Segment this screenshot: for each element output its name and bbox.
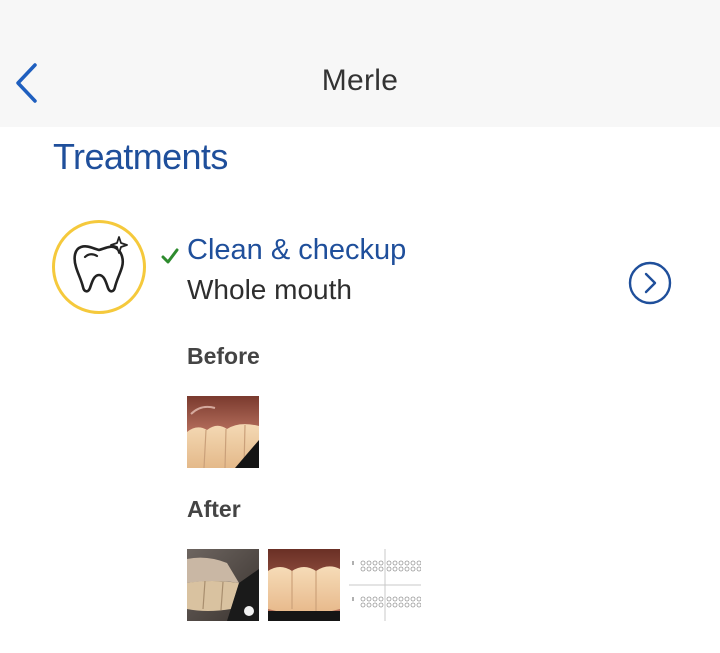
tooth-sparkle-icon [73, 236, 128, 293]
after-photo-thumbnail[interactable] [268, 549, 340, 621]
treatment-badge [52, 220, 146, 314]
chart-document-image [349, 549, 421, 621]
after-photo-thumbnail[interactable] [187, 549, 259, 621]
section-title: Treatments [53, 136, 228, 177]
before-photo-thumbnail[interactable] [187, 396, 259, 468]
chevron-right-circle-icon[interactable] [628, 261, 672, 305]
treatment-name: Clean & checkup [187, 234, 407, 266]
teeth-photo-image [268, 549, 340, 621]
teeth-photo-image [187, 549, 259, 621]
navigation-bar: Merle [0, 0, 720, 127]
checkmark-icon [161, 248, 179, 264]
treatment-area: Whole mouth [187, 274, 352, 305]
page-title: Merle [321, 64, 399, 97]
before-label: Before [187, 343, 260, 369]
treatment-row[interactable]: Clean & checkup Whole mouth [52, 218, 682, 318]
after-label: After [187, 496, 241, 522]
teeth-photo-image [187, 396, 259, 468]
after-document-thumbnail[interactable] [349, 549, 421, 621]
